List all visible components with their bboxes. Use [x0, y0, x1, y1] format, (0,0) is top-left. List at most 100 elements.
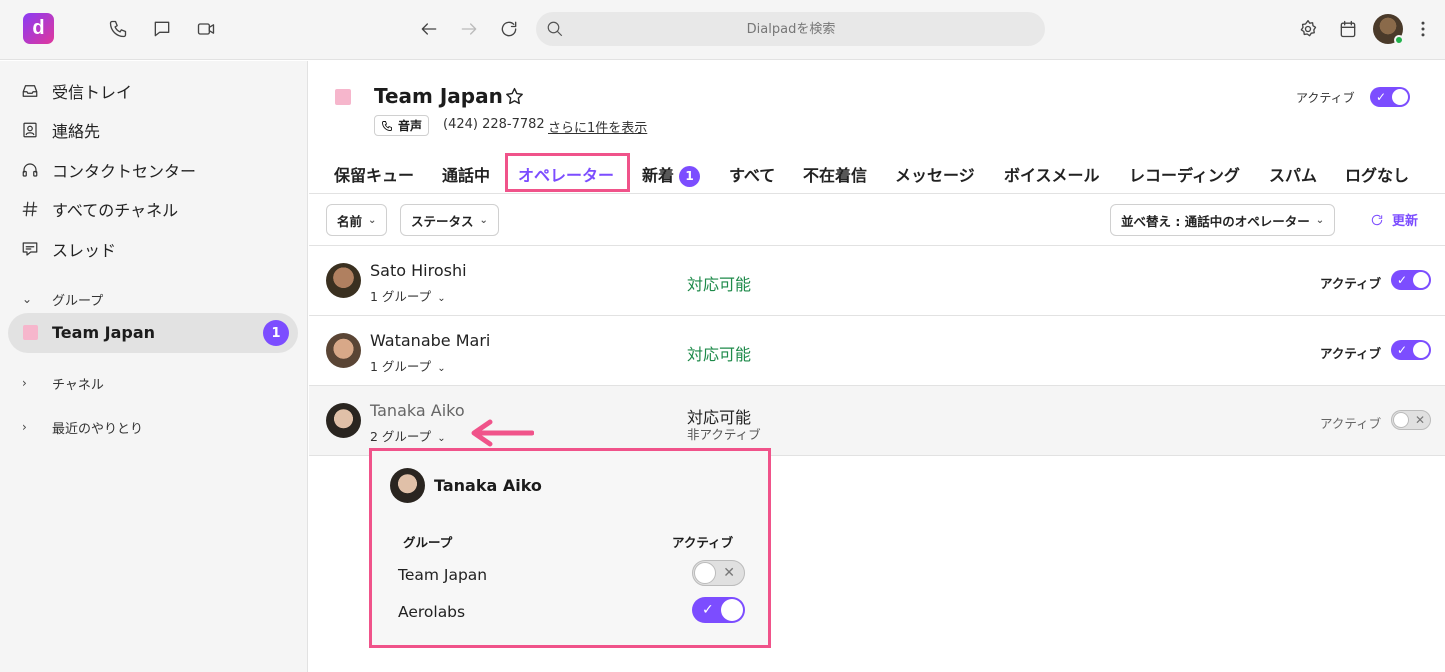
tab-operators[interactable]: オペレーター	[518, 162, 614, 186]
sidebar-item-team-japan[interactable]: Team Japan 1	[8, 313, 298, 353]
tab-spam[interactable]: スパム	[1269, 162, 1317, 186]
toggle-knob	[1392, 89, 1408, 105]
operator-active-toggle[interactable]: ✓	[1391, 270, 1431, 290]
team-active-toggle[interactable]: ✓	[1370, 87, 1410, 107]
chevron-down-icon: ⌄	[437, 293, 446, 304]
sidebar-item-all-channels[interactable]: すべてのチャネル	[20, 197, 178, 221]
operator-groups-dropdown[interactable]: 1 グループ ⌄	[370, 286, 446, 305]
operator-groups-dropdown[interactable]: 1 グループ ⌄	[370, 356, 446, 375]
operator-groups-dropdown[interactable]: 2 グループ ⌄	[370, 426, 446, 445]
check-icon: ✓	[702, 602, 714, 618]
tab-messages[interactable]: メッセージ	[895, 162, 975, 186]
tab-voicemail[interactable]: ボイスメール	[1004, 162, 1100, 186]
operator-active-label: アクティブ	[1320, 346, 1382, 361]
avatar	[326, 403, 361, 438]
chevron-down-icon: ⌄	[479, 214, 488, 226]
groups-section-label: グループ	[52, 293, 104, 309]
hash-icon	[20, 199, 40, 219]
team-color-swatch	[23, 325, 38, 340]
tab-on-call[interactable]: 通話中	[442, 162, 490, 186]
tab-bar: 保留キュー 通話中 オペレーター 新着 1 すべて 不在着信 メッセージ ボイスメ…	[309, 152, 1445, 194]
team-color-swatch	[335, 89, 351, 105]
operator-status: 対応可能	[687, 345, 752, 364]
phone-icon[interactable]	[107, 18, 129, 40]
groups-count: 1 グループ	[370, 359, 432, 374]
calendar-icon[interactable]	[1337, 18, 1359, 40]
avatar	[326, 263, 361, 298]
star-icon[interactable]	[504, 86, 526, 108]
avatar	[390, 468, 425, 503]
tab-hold-queue[interactable]: 保留キュー	[334, 162, 414, 186]
sidebar-item-threads[interactable]: スレッド	[20, 237, 116, 261]
check-icon: ✓	[1397, 343, 1408, 357]
avatar	[326, 333, 361, 368]
toggle-knob	[1413, 272, 1429, 288]
sort-label: 並べ替え : 通話中のオペレーター	[1121, 213, 1310, 229]
groups-count: 2 グループ	[370, 429, 432, 444]
check-icon: ✓	[1397, 273, 1408, 287]
search-input[interactable]	[576, 12, 1006, 46]
operator-row[interactable]: Watanabe Mari 1 グループ ⌄ 対応可能 アクティブ ✓	[309, 316, 1445, 386]
status-filter-label: ステータス	[411, 213, 474, 229]
toggle-knob	[694, 562, 716, 584]
unread-badge: 1	[263, 320, 289, 346]
sidebar-item-label: 連絡先	[52, 122, 101, 141]
online-status-dot	[1394, 35, 1404, 45]
popup-group-header: グループ	[403, 535, 453, 550]
sidebar-item-label: スレッド	[52, 241, 117, 260]
status-filter-dropdown[interactable]: ステータス ⌄	[400, 204, 499, 236]
popup-group-active-toggle[interactable]: ✓	[692, 597, 745, 623]
popup-operator-name: Tanaka Aiko	[434, 476, 542, 495]
back-arrow-icon[interactable]	[418, 18, 440, 40]
tab-missed[interactable]: 不在着信	[803, 162, 867, 186]
operator-groups-popup: Tanaka Aiko グループ アクティブ Team Japan ✕ Aero…	[369, 448, 771, 648]
chevron-down-icon: ⌄	[1315, 214, 1325, 226]
sidebar-item-contact-center[interactable]: コンタクトセンター	[20, 158, 196, 182]
tab-no-log[interactable]: ログなし	[1345, 162, 1409, 186]
show-more-link[interactable]: さらに1件を表示	[548, 117, 647, 136]
name-filter-dropdown[interactable]: 名前 ⌄	[326, 204, 388, 236]
channels-section-toggle[interactable]: › チャネル	[22, 373, 104, 393]
tab-all[interactable]: すべて	[729, 162, 775, 186]
chat-icon[interactable]	[151, 18, 173, 40]
recent-section-toggle[interactable]: › 最近のやりとり	[22, 417, 143, 437]
chevron-down-icon: ⌄	[368, 214, 377, 226]
recent-section-label: 最近のやりとり	[52, 421, 144, 437]
chevron-down-icon: ⌄	[22, 292, 33, 306]
tab-recordings[interactable]: レコーディング	[1129, 162, 1240, 186]
operator-row[interactable]: Sato Hiroshi 1 グループ ⌄ 対応可能 アクティブ ✓	[309, 246, 1445, 316]
tab-new[interactable]: 新着 1	[642, 162, 701, 187]
sidebar-item-inbox[interactable]: 受信トレイ	[20, 79, 132, 103]
filter-bar: 名前 ⌄ ステータス ⌄ 並べ替え : 通話中のオペレーター ⌄ 更新	[309, 194, 1445, 246]
sidebar-item-contacts[interactable]: 連絡先	[20, 118, 100, 142]
groups-count: 1 グループ	[370, 289, 432, 304]
groups-section-toggle[interactable]: ⌄ グループ	[22, 289, 103, 309]
chevron-right-icon: ›	[22, 376, 27, 390]
voice-chip: 音声	[374, 115, 430, 136]
top-bar: d	[0, 0, 1445, 60]
page-title: Team Japan	[374, 84, 503, 108]
search-bar[interactable]	[536, 12, 1045, 46]
gear-icon[interactable]	[1297, 18, 1319, 40]
dialpad-logo[interactable]: d	[23, 13, 54, 44]
user-avatar[interactable]	[1373, 14, 1404, 45]
refresh-icon	[1371, 214, 1383, 225]
channels-section-label: チャネル	[52, 377, 104, 393]
sort-dropdown[interactable]: 並べ替え : 通話中のオペレーター ⌄	[1110, 204, 1336, 236]
video-icon[interactable]	[195, 18, 217, 40]
operator-status: 対応可能	[687, 275, 752, 294]
headset-icon	[20, 160, 40, 180]
team-label: Team Japan	[52, 323, 156, 342]
chevron-down-icon: ⌄	[437, 433, 446, 444]
popup-group-active-toggle[interactable]: ✕	[692, 560, 745, 586]
inbox-icon	[20, 81, 40, 101]
operator-active-toggle[interactable]: ✕	[1391, 410, 1431, 430]
sidebar-item-label: コンタクトセンター	[52, 162, 197, 181]
refresh-button[interactable]: 更新	[1370, 210, 1418, 229]
more-vertical-icon[interactable]	[1412, 18, 1434, 40]
forward-arrow-icon[interactable]	[458, 18, 480, 40]
popup-active-header: アクティブ	[672, 535, 734, 550]
operator-active-toggle[interactable]: ✓	[1391, 340, 1431, 360]
reload-icon[interactable]	[498, 18, 520, 40]
tab-new-badge: 1	[679, 165, 701, 187]
